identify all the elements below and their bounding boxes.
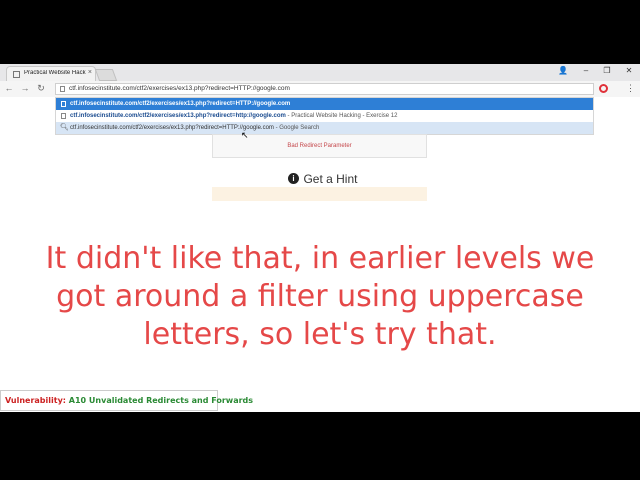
suggestion-item[interactable]: ctf.infosecinstitute.com/ctf2/exercises/… [56,98,593,110]
toolbar: ← → ↻ ctf.infosecinstitute.com/ctf2/exer… [0,81,640,97]
page-icon [13,71,20,78]
mouse-cursor-icon: ↖ [241,130,249,140]
address-bar[interactable]: ctf.infosecinstitute.com/ctf2/exercises/… [55,83,594,95]
reload-icon[interactable]: ↻ [36,83,46,94]
menu-icon[interactable]: ⋮ [626,83,635,94]
back-icon[interactable]: ← [4,83,14,93]
suggestion-item[interactable]: ctf.infosecinstitute.com/ctf2/exercises/… [56,110,593,122]
error-message: Bad Redirect Parameter [287,143,352,149]
tab-title: Practical Website Hacking [24,70,86,76]
tab-close-icon[interactable]: × [88,69,92,76]
forward-icon[interactable]: → [20,83,30,93]
page-icon [61,113,66,119]
minimize-icon[interactable]: – [579,66,593,75]
search-icon: 🔍︎ [60,124,69,131]
caption-line: letters, so let's try that. [143,317,497,352]
suggestion-item[interactable]: 🔍︎ ctf.infosecinstitute.com/ctf2/exercis… [56,122,593,134]
vulnerability-banner: Vulnerability: A10 Unvalidated Redirects… [0,390,253,411]
omnibox-suggestions: ctf.infosecinstitute.com/ctf2/exercises/… [55,97,594,135]
get-hint-link[interactable]: i Get a Hint [288,170,357,186]
opera-icon[interactable] [599,84,608,93]
banner-value: A10 Unvalidated Redirects and Forwards [68,396,254,405]
caption-line: It didn't like that, in earlier levels w… [45,241,595,276]
page-info-icon[interactable] [60,86,65,92]
suggestion-title: - Google Search [273,125,320,131]
suggestion-url: ctf.infosecinstitute.com/ctf2/exercises/… [70,101,291,107]
tab-strip: Practical Website Hacking × 👤 – ❐ ✕ [0,64,640,82]
browser-window: Practical Website Hacking × 👤 – ❐ ✕ ← → … [0,64,640,412]
page-icon [61,101,66,107]
close-window-icon[interactable]: ✕ [622,66,636,75]
suggestion-url: ctf.infosecinstitute.com/ctf2/exercises/… [70,113,286,119]
banner-key: Vulnerability: [5,396,66,405]
user-icon[interactable]: 👤 [556,66,570,75]
tab-practical-website-hacking[interactable]: Practical Website Hacking × [6,66,96,82]
suggestion-title: - Practical Website Hacking - Exercise 1… [285,113,398,119]
caption-line: got around a filter using uppercase [56,279,584,314]
new-tab-button[interactable] [94,69,118,81]
hint-label: Get a Hint [303,171,358,186]
hint-panel [212,187,427,201]
info-icon: i [288,173,299,185]
restore-icon[interactable]: ❐ [600,66,614,75]
video-caption: It didn't like that, in earlier levels w… [0,240,640,354]
address-input[interactable]: ctf.infosecinstitute.com/ctf2/exercises/… [69,85,290,92]
